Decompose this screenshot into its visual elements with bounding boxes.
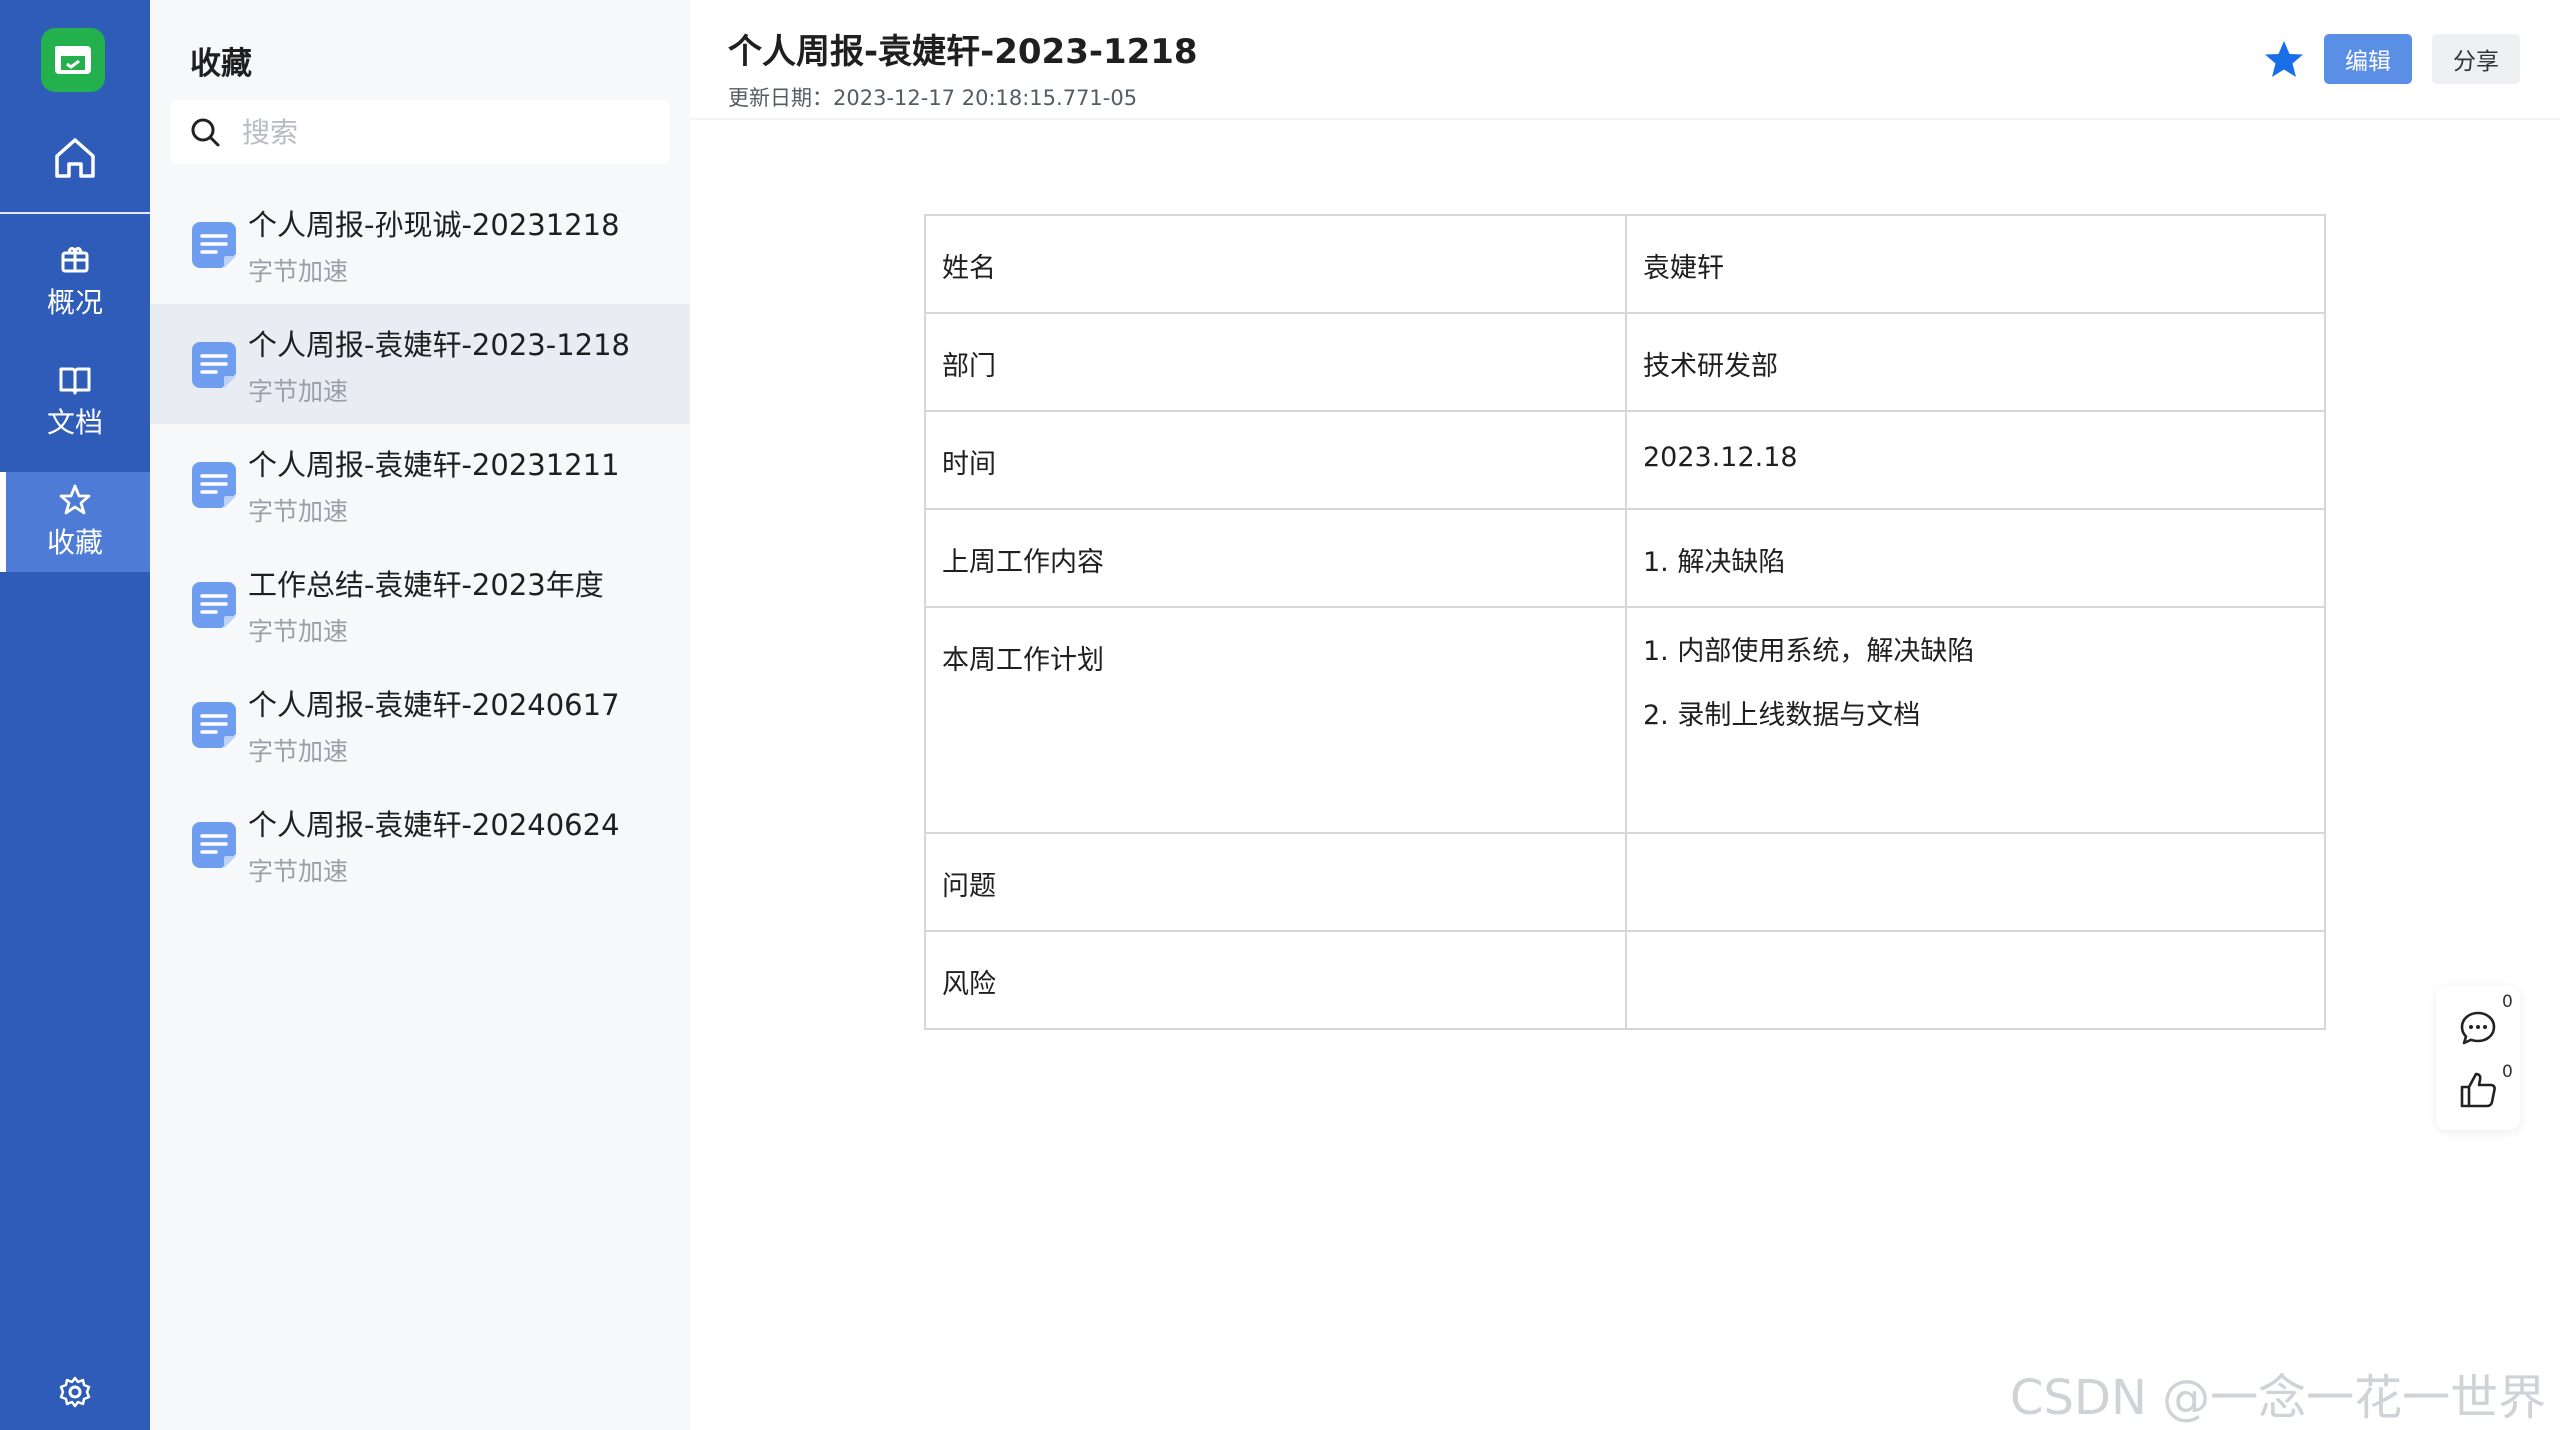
list-item[interactable]: 个人周报-袁婕轩-20240624 字节加速 bbox=[150, 784, 690, 904]
document-icon bbox=[192, 822, 236, 868]
document-header: 个人周报-袁婕轩-2023-1218 更新日期：2023-12-17 20:18… bbox=[690, 0, 2560, 120]
table-row: 姓名 袁婕轩 bbox=[924, 214, 2326, 314]
list-item[interactable]: 个人周报-孙现诚-20231218 字节加速 bbox=[150, 184, 690, 304]
nav-item-label: 收藏 bbox=[46, 526, 103, 559]
table-key: 部门 bbox=[924, 312, 1627, 412]
table-key: 风险 bbox=[924, 930, 1627, 1030]
table-value bbox=[1625, 832, 2326, 932]
nav-item-label: 文档 bbox=[46, 406, 103, 439]
like-count: 0 bbox=[2502, 1062, 2513, 1082]
item-subtitle: 字节加速 bbox=[248, 737, 349, 766]
item-title: 个人周报-袁婕轩-2023-1218 bbox=[248, 328, 630, 362]
item-title: 工作总结-袁婕轩-2023年度 bbox=[248, 568, 604, 602]
table-value: 技术研发部 bbox=[1625, 312, 2326, 412]
table-key: 姓名 bbox=[924, 214, 1627, 314]
table-value: 1. 解决缺陷 bbox=[1625, 508, 2326, 608]
item-subtitle: 字节加速 bbox=[248, 617, 349, 646]
panel-title: 收藏 bbox=[190, 46, 252, 82]
item-subtitle: 字节加速 bbox=[248, 497, 349, 526]
edit-button[interactable]: 编辑 bbox=[2324, 34, 2412, 84]
comment-icon[interactable] bbox=[2458, 1008, 2498, 1048]
app-logo-icon[interactable] bbox=[41, 28, 105, 92]
plan-line: 1. 内部使用系统，解决缺陷 bbox=[1643, 636, 1975, 667]
document-icon bbox=[192, 222, 236, 268]
item-title: 个人周报-孙现诚-20231218 bbox=[248, 208, 620, 242]
item-title: 个人周报-袁婕轩-20231211 bbox=[248, 448, 620, 482]
search-input[interactable] bbox=[242, 115, 642, 149]
favorites-panel: 收藏 个人周报-孙现诚-20231218 字节加速 个人周报-袁婕轩-2023-… bbox=[150, 0, 690, 1430]
favorites-list: 个人周报-孙现诚-20231218 字节加速 个人周报-袁婕轩-2023-121… bbox=[150, 184, 690, 904]
watermark: CSDN @一念一花一世界 bbox=[2010, 1370, 2547, 1426]
search-box[interactable] bbox=[170, 100, 670, 164]
table-key: 上周工作内容 bbox=[924, 508, 1627, 608]
item-title: 个人周报-袁婕轩-20240624 bbox=[248, 808, 620, 842]
document-icon bbox=[192, 342, 236, 388]
list-item[interactable]: 个人周报-袁婕轩-20240617 字节加速 bbox=[150, 664, 690, 784]
book-icon bbox=[59, 367, 91, 395]
table-row: 风险 bbox=[924, 930, 2326, 1030]
item-title: 个人周报-袁婕轩-20240617 bbox=[248, 688, 620, 722]
table-row: 时间 2023.12.18 bbox=[924, 410, 2326, 510]
table-key: 本周工作计划 bbox=[924, 606, 1627, 834]
updated-date: 更新日期：2023-12-17 20:18:15.771-05 bbox=[728, 86, 1138, 110]
table-row: 部门 技术研发部 bbox=[924, 312, 2326, 412]
search-icon bbox=[191, 118, 220, 147]
document-icon bbox=[192, 462, 236, 508]
table-key: 时间 bbox=[924, 410, 1627, 510]
report-table: 姓名 袁婕轩 部门 技术研发部 时间 2023.12.18 上周工作内容 1. … bbox=[924, 214, 2326, 1030]
rail-divider bbox=[0, 212, 150, 214]
table-row: 上周工作内容 1. 解决缺陷 bbox=[924, 508, 2326, 608]
table-row: 本周工作计划 1. 内部使用系统，解决缺陷 2. 录制上线数据与文档 bbox=[924, 606, 2326, 834]
item-subtitle: 字节加速 bbox=[248, 857, 349, 886]
settings-gear-icon[interactable] bbox=[55, 1372, 95, 1412]
nav-item-docs[interactable]: 文档 bbox=[0, 352, 150, 452]
nav-item-favorites[interactable]: 收藏 bbox=[0, 472, 150, 572]
list-item[interactable]: 个人周报-袁婕轩-2023-1218 字节加速 bbox=[150, 304, 690, 424]
home-icon[interactable] bbox=[45, 128, 105, 188]
item-subtitle: 字节加速 bbox=[248, 257, 349, 286]
list-item[interactable]: 个人周报-袁婕轩-20231211 字节加速 bbox=[150, 424, 690, 544]
star-icon bbox=[59, 484, 91, 515]
package-icon bbox=[61, 247, 89, 273]
nav-item-label: 概况 bbox=[46, 286, 103, 319]
nav-item-overview[interactable]: 概况 bbox=[0, 232, 150, 332]
like-thumbs-up-icon[interactable] bbox=[2458, 1070, 2498, 1110]
nav-rail: 概况 文档 收藏 bbox=[0, 0, 150, 1430]
share-button[interactable]: 分享 bbox=[2432, 34, 2520, 84]
table-value bbox=[1625, 930, 2326, 1030]
document-icon bbox=[192, 582, 236, 628]
table-value: 2023.12.18 bbox=[1625, 410, 2326, 510]
page-title: 个人周报-袁婕轩-2023-1218 bbox=[728, 32, 1198, 72]
comment-count: 0 bbox=[2502, 992, 2513, 1012]
plan-line: 2. 录制上线数据与文档 bbox=[1643, 700, 1921, 731]
list-item[interactable]: 工作总结-袁婕轩-2023年度 字节加速 bbox=[150, 544, 690, 664]
table-key: 问题 bbox=[924, 832, 1627, 932]
document-view: 个人周报-袁婕轩-2023-1218 更新日期：2023-12-17 20:18… bbox=[690, 0, 2560, 1430]
document-icon bbox=[192, 702, 236, 748]
item-subtitle: 字节加速 bbox=[248, 377, 349, 406]
favorite-star-icon[interactable] bbox=[2262, 38, 2306, 82]
table-value: 1. 内部使用系统，解决缺陷 2. 录制上线数据与文档 bbox=[1625, 606, 2326, 834]
floating-action-bar: 0 0 bbox=[2436, 986, 2520, 1130]
table-value: 袁婕轩 bbox=[1625, 214, 2326, 314]
table-row: 问题 bbox=[924, 832, 2326, 932]
